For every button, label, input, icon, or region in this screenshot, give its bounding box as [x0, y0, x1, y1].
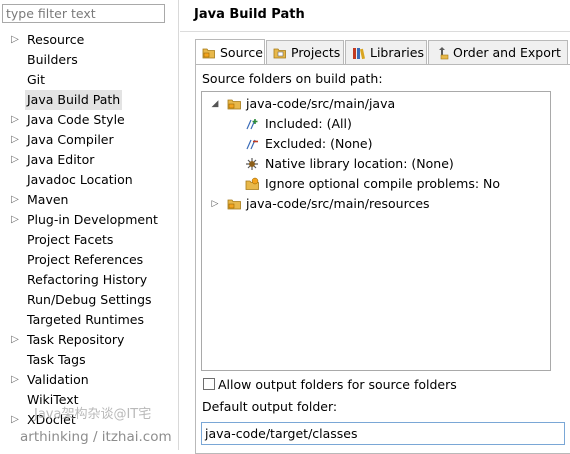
- tab-label: Source: [220, 45, 263, 60]
- nav-item[interactable]: ▷ Resource: [0, 30, 178, 50]
- included-node[interactable]: Included: (All): [202, 114, 550, 134]
- pane-splitter[interactable]: [178, 0, 179, 450]
- expand-arrow-icon[interactable]: ▷: [10, 130, 20, 150]
- nav-item-label: Java Build Path: [25, 90, 123, 110]
- nav-item-label: Java Code Style: [27, 112, 125, 127]
- default-output-folder-label: Default output folder:: [202, 399, 338, 414]
- tab-label: Libraries: [370, 45, 424, 60]
- tree-node-label: Included: (All): [265, 116, 352, 131]
- tab-label: Order and Export: [453, 45, 561, 60]
- native-library-node[interactable]: Native library location: (None): [202, 154, 550, 174]
- nav-item[interactable]: ▷ Java Editor: [0, 150, 178, 170]
- nav-item-label: Task Repository: [27, 332, 125, 347]
- nav-item-label: Java Compiler: [27, 132, 114, 147]
- nav-item[interactable]: ▷ Java Code Style: [0, 110, 178, 130]
- nav-item-label: Targeted Runtimes: [27, 312, 144, 327]
- nav-item-label: Refactoring History: [27, 272, 148, 287]
- tab-order-and-export[interactable]: Order and Export: [428, 40, 568, 64]
- expand-arrow-icon[interactable]: ▷: [210, 194, 220, 214]
- expand-arrow-icon[interactable]: ▷: [10, 330, 20, 350]
- nav-item[interactable]: Project References: [0, 250, 178, 270]
- nav-item[interactable]: Builders: [0, 50, 178, 70]
- nav-item-label: Validation: [27, 372, 89, 387]
- nav-item[interactable]: Java Build Path: [0, 90, 178, 110]
- nav-item-label: Builders: [27, 52, 78, 67]
- watermark-text: Java架构杂谈@IT宅: [34, 407, 152, 422]
- nav-item-label: Git: [27, 72, 46, 87]
- included-filter-icon: [246, 119, 258, 130]
- source-folders-label: Source folders on build path:: [202, 71, 383, 86]
- expand-arrow-icon[interactable]: ▷: [10, 410, 20, 430]
- tab-libraries[interactable]: Libraries: [345, 40, 427, 64]
- nav-item[interactable]: Task Tags: [0, 350, 178, 370]
- source-folder-node[interactable]: ▷ java-code/src/main/resources: [202, 194, 550, 214]
- nav-item[interactable]: Project Facets: [0, 230, 178, 250]
- libraries-icon: [353, 48, 365, 60]
- nav-item[interactable]: ▷ Maven: [0, 190, 178, 210]
- nav-item-label: Javadoc Location: [27, 172, 133, 187]
- nav-item[interactable]: Targeted Runtimes: [0, 310, 178, 330]
- nav-item[interactable]: Run/Debug Settings: [0, 290, 178, 310]
- nav-item-label: Plug-in Development: [27, 212, 158, 227]
- properties-page: Java Build Path Source Projects Librarie…: [180, 0, 570, 454]
- tab-label: Projects: [291, 45, 341, 60]
- order-export-icon: [439, 47, 449, 60]
- nav-item[interactable]: Git: [0, 70, 178, 90]
- projects-icon: [273, 48, 286, 59]
- nav-item-label: Project References: [27, 252, 144, 267]
- default-output-folder-field[interactable]: java-code/target/classes: [201, 422, 565, 445]
- native-library-icon: [246, 158, 258, 170]
- nav-item-label: Resource: [27, 32, 85, 47]
- nav-item-label: Run/Debug Settings: [27, 292, 152, 307]
- source-folder-icon: [227, 99, 241, 110]
- title-divider: [180, 31, 570, 32]
- tree-node-label: Native library location: (None): [265, 156, 454, 171]
- tree-node-label: Excluded: (None): [265, 136, 373, 151]
- tab-projects[interactable]: Projects: [266, 40, 344, 64]
- nav-item[interactable]: ▷ Task Repository: [0, 330, 178, 350]
- nav-item[interactable]: Javadoc Location: [0, 170, 178, 190]
- collapse-arrow-icon[interactable]: ◢: [210, 94, 220, 114]
- source-folder-icon: [227, 199, 241, 210]
- nav-item-label: Java Editor: [27, 152, 95, 167]
- expand-arrow-icon[interactable]: ▷: [10, 30, 20, 50]
- nav-item-label: Maven: [27, 192, 69, 207]
- expand-arrow-icon[interactable]: ▷: [10, 110, 20, 130]
- ignore-problems-node[interactable]: Ignore optional compile problems: No: [202, 174, 550, 194]
- nav-item[interactable]: Refactoring History: [0, 270, 178, 290]
- ignore-problems-icon: [245, 177, 259, 190]
- tree-node-label: java-code/src/main/java: [246, 96, 396, 111]
- nav-item-label: Task Tags: [27, 352, 86, 367]
- allow-output-folders-checkbox[interactable]: [203, 378, 215, 390]
- nav-item[interactable]: ▷ Plug-in Development: [0, 210, 178, 230]
- filter-input[interactable]: [2, 4, 165, 23]
- nav-item-label: Project Facets: [27, 232, 114, 247]
- page-title: Java Build Path: [194, 7, 305, 22]
- source-folders-tree[interactable]: ◢ java-code/src/main/java Included: (All…: [201, 91, 551, 371]
- source-folder-node[interactable]: ◢ java-code/src/main/java: [202, 94, 550, 114]
- nav-item[interactable]: ▷ Java Compiler: [0, 130, 178, 150]
- expand-arrow-icon[interactable]: ▷: [10, 210, 20, 230]
- tab-source[interactable]: Source: [195, 39, 265, 64]
- source-folder-icon: [202, 48, 215, 59]
- tree-node-label: java-code/src/main/resources: [246, 196, 430, 211]
- expand-arrow-icon[interactable]: ▷: [10, 150, 20, 170]
- nav-item[interactable]: ▷ Validation: [0, 370, 178, 390]
- preferences-nav-pane: ▷ResourceBuildersGitJava Build Path▷Java…: [0, 0, 178, 450]
- expand-arrow-icon[interactable]: ▷: [10, 370, 20, 390]
- allow-output-folders-label: Allow output folders for source folders: [218, 377, 457, 392]
- excluded-node[interactable]: Excluded: (None): [202, 134, 550, 154]
- tree-node-label: Ignore optional compile problems: No: [265, 176, 501, 191]
- expand-arrow-icon[interactable]: ▷: [10, 190, 20, 210]
- watermark-text: arthinking / itzhai.com: [20, 429, 172, 445]
- excluded-filter-icon: [246, 139, 258, 150]
